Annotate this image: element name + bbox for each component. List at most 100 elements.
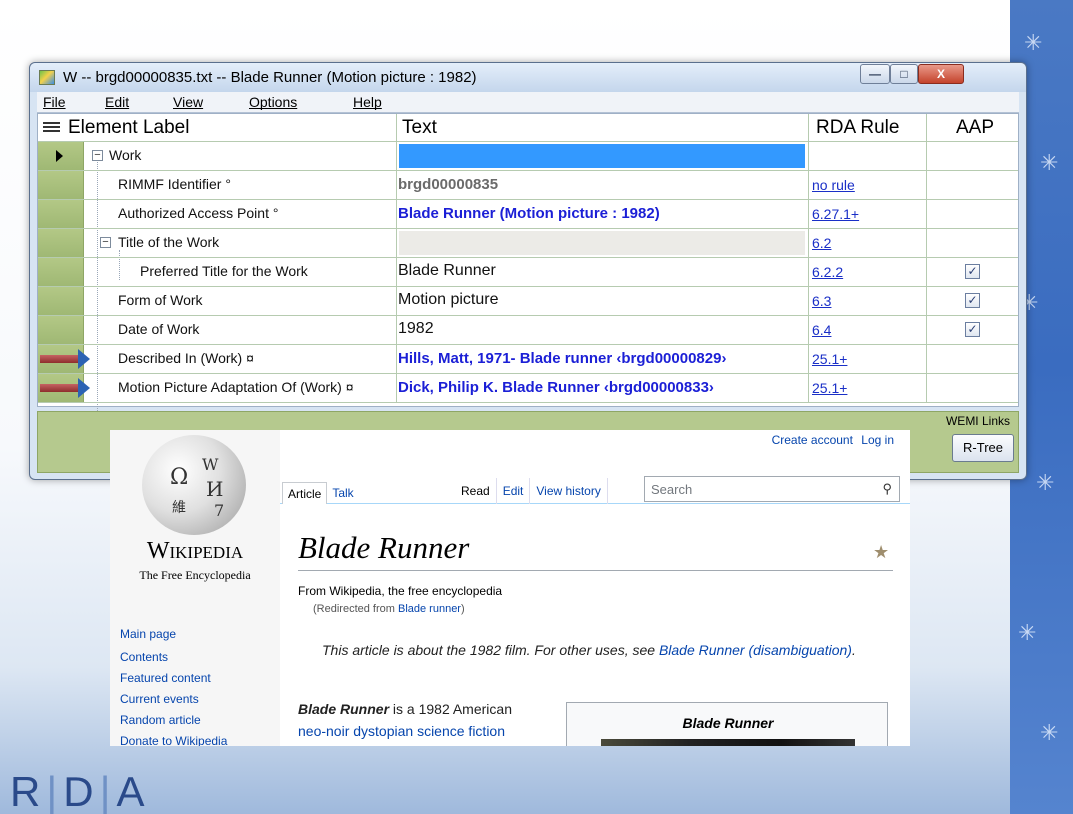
nav-featured-content[interactable]: Featured content bbox=[120, 668, 227, 689]
row-label: Date of Work bbox=[118, 321, 200, 337]
table-row[interactable]: Preferred Title for the Work Blade Runne… bbox=[38, 258, 1018, 287]
table-row[interactable]: − Title of the Work 6.2 bbox=[38, 229, 1018, 258]
row-selector[interactable] bbox=[38, 374, 90, 402]
menu-view[interactable]: View bbox=[167, 92, 243, 112]
row-selector[interactable] bbox=[38, 142, 84, 170]
wikipedia-wordmark[interactable]: Wikipedia bbox=[110, 538, 280, 565]
row-text[interactable]: Dick, Philip K. Blade Runner ‹brgd000008… bbox=[398, 379, 714, 396]
tab-talk[interactable]: Talk bbox=[327, 482, 358, 504]
header-text[interactable]: Text bbox=[402, 117, 437, 139]
nav-current-events[interactable]: Current events bbox=[120, 689, 227, 710]
nav-donate[interactable]: Donate to Wikipedia bbox=[120, 731, 227, 746]
redirect-link[interactable]: Blade runner bbox=[398, 603, 461, 615]
collapse-icon[interactable]: − bbox=[100, 237, 111, 248]
table-row[interactable]: Described In (Work) ¤ Hills, Matt, 1971-… bbox=[38, 345, 1018, 374]
row-selector[interactable] bbox=[38, 200, 84, 228]
app-window: W -- brgd00000835.txt -- Blade Runner (M… bbox=[29, 62, 1027, 480]
rda-rule-link[interactable]: 6.2 bbox=[812, 235, 831, 251]
tab-view-history[interactable]: View history bbox=[530, 478, 608, 504]
rda-rule-link[interactable]: 6.4 bbox=[812, 322, 831, 338]
aap-checkbox[interactable]: ✓ bbox=[965, 322, 980, 337]
search-icon[interactable]: ⚲ bbox=[882, 481, 892, 497]
header-rda-rule[interactable]: RDA Rule bbox=[816, 117, 899, 139]
row-text[interactable]: brgd00000835 bbox=[398, 176, 498, 193]
row-selector[interactable] bbox=[38, 229, 84, 257]
rda-rule-link[interactable]: 6.2.2 bbox=[812, 264, 843, 280]
maximize-button[interactable]: □ bbox=[890, 64, 918, 84]
menu-options[interactable]: Options bbox=[243, 92, 347, 112]
row-selector[interactable] bbox=[38, 171, 84, 199]
table-row[interactable]: Motion Picture Adaptation Of (Work) ¤ Di… bbox=[38, 374, 1018, 403]
row-label: Work bbox=[109, 147, 142, 163]
wikipedia-globe-logo[interactable]: Ω W И 維 7 bbox=[142, 435, 246, 535]
table-row[interactable]: Authorized Access Point ° Blade Runner (… bbox=[38, 200, 1018, 229]
watchlist-star-icon[interactable]: ★ bbox=[873, 542, 889, 563]
window-title: W -- brgd00000835.txt -- Blade Runner (M… bbox=[63, 69, 477, 86]
tab-read[interactable]: Read bbox=[455, 478, 497, 504]
row-selector[interactable] bbox=[38, 287, 84, 315]
table-row[interactable]: Date of Work 1982 6.4 ✓ bbox=[38, 316, 1018, 345]
row-label: RIMMF Identifier ° bbox=[118, 176, 231, 192]
tab-article[interactable]: Article bbox=[282, 482, 328, 504]
text-input-selected[interactable] bbox=[399, 144, 805, 168]
row-selector[interactable] bbox=[38, 258, 84, 286]
row-text[interactable]: Hills, Matt, 1971- Blade runner ‹brgd000… bbox=[398, 350, 726, 367]
tab-edit[interactable]: Edit bbox=[497, 478, 531, 504]
row-label: Form of Work bbox=[118, 292, 203, 308]
article-title: Blade Runner bbox=[298, 530, 470, 565]
menu-bar: File Edit View Options Help bbox=[37, 92, 1019, 113]
log-in-link[interactable]: Log in bbox=[861, 433, 894, 447]
grid-menu-icon[interactable] bbox=[43, 122, 60, 134]
collapse-icon[interactable]: − bbox=[92, 150, 103, 161]
infobox: Blade Runner bbox=[566, 702, 888, 746]
film-poster-image[interactable] bbox=[601, 739, 855, 746]
rda-rule-link[interactable]: 6.3 bbox=[812, 293, 831, 309]
row-label: Title of the Work bbox=[118, 234, 220, 250]
rda-rule-link[interactable]: 25.1+ bbox=[812, 351, 847, 367]
from-wikipedia-text: From Wikipedia, the free encyclopedia bbox=[298, 584, 503, 598]
genre-link[interactable]: neo-noir dystopian science fiction bbox=[298, 723, 505, 739]
row-selector[interactable] bbox=[38, 345, 90, 373]
table-row[interactable]: RIMMF Identifier ° brgd00000835 no rule bbox=[38, 171, 1018, 200]
r-tree-button[interactable]: R-Tree bbox=[952, 434, 1014, 462]
infobox-title: Blade Runner bbox=[682, 715, 774, 731]
rda-rule-link[interactable]: 25.1+ bbox=[812, 380, 847, 396]
row-selector[interactable] bbox=[38, 316, 84, 344]
row-text[interactable]: Motion picture bbox=[398, 291, 499, 309]
wikipedia-page: Ω W И 維 7 Wikipedia The Free Encyclopedi… bbox=[110, 430, 910, 746]
wiki-sidebar: Ω W И 維 7 Wikipedia The Free Encyclopedi… bbox=[110, 430, 280, 746]
account-links: Create account Log in bbox=[767, 433, 894, 447]
search-placeholder: Search bbox=[651, 482, 693, 497]
hatnote: This article is about the 1982 film. For… bbox=[322, 642, 856, 658]
close-button[interactable]: X bbox=[918, 64, 964, 84]
aap-checkbox[interactable]: ✓ bbox=[965, 293, 980, 308]
rda-rule-link[interactable]: no rule bbox=[812, 177, 855, 193]
wiki-navigation: Main page Contents Featured content Curr… bbox=[120, 624, 227, 746]
table-row[interactable]: − Work bbox=[38, 142, 1018, 171]
arrow-icon bbox=[40, 378, 90, 398]
header-aap[interactable]: AAP bbox=[956, 117, 994, 139]
minimize-button[interactable]: — bbox=[860, 64, 890, 84]
nav-random-article[interactable]: Random article bbox=[120, 710, 227, 731]
row-text[interactable]: Blade Runner bbox=[398, 262, 496, 280]
nav-contents[interactable]: Contents bbox=[120, 647, 227, 668]
table-row[interactable]: Form of Work Motion picture 6.3 ✓ bbox=[38, 287, 1018, 316]
menu-edit[interactable]: Edit bbox=[99, 92, 167, 112]
row-label: Described In (Work) ¤ bbox=[118, 350, 254, 366]
menu-help[interactable]: Help bbox=[347, 92, 388, 112]
aap-checkbox[interactable]: ✓ bbox=[965, 264, 980, 279]
search-input[interactable]: Search ⚲ bbox=[644, 476, 900, 502]
nav-main-page[interactable]: Main page bbox=[120, 624, 227, 645]
grid-header: Element Label Text RDA Rule AAP bbox=[38, 114, 1018, 142]
row-text[interactable]: Blade Runner (Motion picture : 1982) bbox=[398, 205, 660, 222]
rda-logo: R|D|A bbox=[10, 768, 151, 814]
menu-file[interactable]: File bbox=[37, 92, 99, 112]
row-text[interactable]: 1982 bbox=[398, 320, 434, 338]
arrow-icon bbox=[40, 349, 90, 369]
disambiguation-link[interactable]: Blade Runner (disambiguation) bbox=[659, 642, 852, 658]
rda-rule-link[interactable]: 6.27.1+ bbox=[812, 206, 859, 222]
create-account-link[interactable]: Create account bbox=[772, 433, 853, 447]
row-label: Preferred Title for the Work bbox=[140, 263, 308, 279]
header-element-label[interactable]: Element Label bbox=[68, 117, 189, 139]
title-bar[interactable]: W -- brgd00000835.txt -- Blade Runner (M… bbox=[30, 63, 1026, 92]
